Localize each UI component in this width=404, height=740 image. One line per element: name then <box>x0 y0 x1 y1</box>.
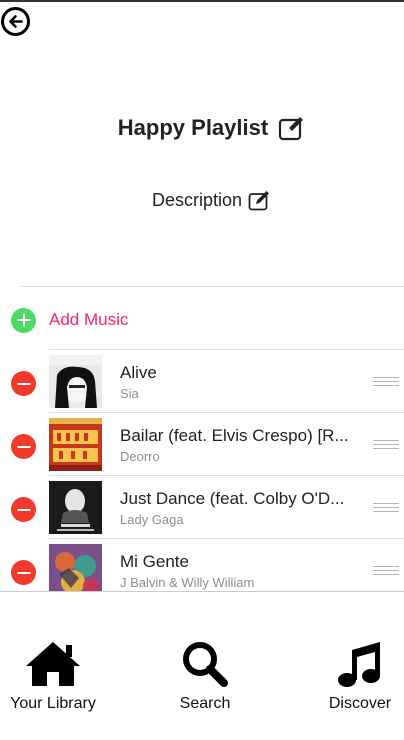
remove-track-button[interactable] <box>11 497 36 522</box>
divider <box>20 286 404 287</box>
track-artist: Lady Gaga <box>120 512 184 527</box>
top-border <box>0 0 404 2</box>
remove-track-button[interactable] <box>11 371 36 396</box>
arrow-left-icon <box>9 15 23 28</box>
track-artist: J Balvin & Willy William <box>120 575 255 590</box>
remove-track-button[interactable] <box>11 434 36 459</box>
music-note-icon <box>338 642 380 687</box>
track-title: Mi Gente <box>120 552 189 571</box>
plus-circle-icon <box>11 307 36 333</box>
album-cover <box>49 418 102 471</box>
playlist-description: Description <box>151 190 243 210</box>
tab-discover[interactable]: Discover <box>320 640 400 713</box>
track-list: Alive Sia Bailar (feat. Elvis Crespo) [R… <box>0 349 404 591</box>
drag-handle-icon[interactable] <box>373 566 399 577</box>
tab-label: Search <box>179 695 231 712</box>
playlist-title: Happy Playlist <box>117 115 269 140</box>
track-row[interactable]: Mi Gente J Balvin & Willy William <box>0 539 404 591</box>
remove-track-button[interactable] <box>11 560 36 585</box>
playlist-title-row: Happy Playlist <box>0 115 404 141</box>
track-row[interactable]: Just Dance (feat. Colby O'D... Lady Gaga <box>0 476 404 539</box>
tab-label: Discover <box>328 695 392 712</box>
tab-search[interactable]: Search <box>162 640 248 713</box>
add-music-label: Add Music <box>49 310 129 329</box>
album-cover <box>49 481 102 534</box>
tab-your-library[interactable]: Your Library <box>8 640 98 713</box>
tabbar-border <box>0 591 404 592</box>
drag-handle-icon[interactable] <box>373 503 399 514</box>
back-button[interactable] <box>1 7 30 36</box>
edit-description-icon[interactable] <box>248 190 272 211</box>
track-title: Alive <box>120 363 157 382</box>
track-title: Just Dance (feat. Colby O'D... <box>120 489 345 508</box>
album-cover <box>49 355 102 408</box>
album-cover <box>49 544 102 591</box>
description-row: Description <box>0 190 404 211</box>
track-row[interactable]: Bailar (feat. Elvis Crespo) [R... Deorro <box>0 413 404 476</box>
track-artist: Sia <box>120 386 139 401</box>
home-icon <box>26 642 80 686</box>
edit-title-icon[interactable] <box>278 115 306 141</box>
drag-handle-icon[interactable] <box>373 377 399 388</box>
tab-label: Your Library <box>10 695 96 712</box>
add-music-button[interactable]: Add Music <box>11 307 128 333</box>
track-title: Bailar (feat. Elvis Crespo) [R... <box>120 426 349 445</box>
track-artist: Deorro <box>120 449 160 464</box>
search-icon <box>183 642 228 687</box>
drag-handle-icon[interactable] <box>373 440 399 451</box>
track-row[interactable]: Alive Sia <box>0 350 404 413</box>
